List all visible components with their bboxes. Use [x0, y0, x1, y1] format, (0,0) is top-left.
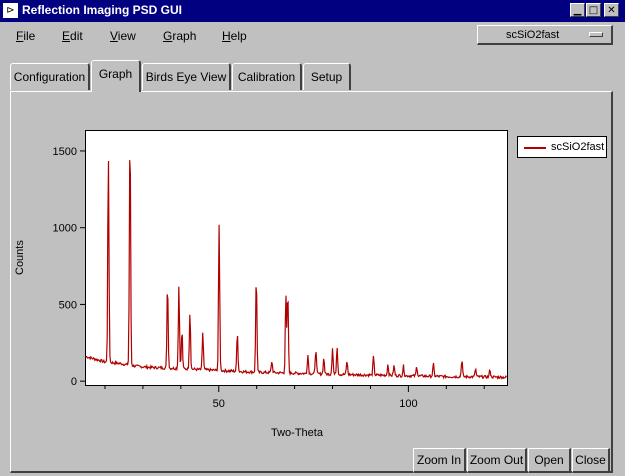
- dataset-dropdown[interactable]: scSiO2fast: [477, 25, 613, 45]
- menu-edit[interactable]: Edit: [62, 29, 83, 43]
- legend-label: scSiO2fast: [551, 141, 605, 153]
- menu-graph[interactable]: Graph: [163, 29, 196, 43]
- tab-birds-eye-view[interactable]: Birds Eye View: [142, 63, 231, 90]
- menu-help[interactable]: Help: [222, 29, 247, 43]
- tab-configuration[interactable]: Configuration: [10, 63, 90, 90]
- tab-calibration[interactable]: Calibration: [232, 63, 302, 90]
- close-button[interactable]: Close: [572, 448, 610, 473]
- window-title: Reflection Imaging PSD GUI: [22, 3, 183, 17]
- minimize-icon[interactable]: ▁: [570, 3, 585, 17]
- app-logo-icon[interactable]: ⊳: [3, 3, 18, 18]
- maximize-icon[interactable]: □: [586, 3, 601, 17]
- y-axis-label: Counts: [14, 240, 26, 275]
- open-button[interactable]: Open: [528, 448, 571, 473]
- zoom-in-button[interactable]: Zoom In: [413, 448, 466, 473]
- dataset-dropdown-value: scSiO2fast: [506, 29, 560, 41]
- x-axis-label: Two-Theta: [271, 427, 323, 439]
- plot-area[interactable]: [85, 130, 508, 386]
- title-bar: ⊳ Reflection Imaging PSD GUI ▁ □ ✕: [0, 0, 625, 22]
- legend-swatch: [524, 147, 546, 149]
- close-icon[interactable]: ✕: [604, 3, 619, 17]
- menu-view[interactable]: View: [110, 29, 136, 43]
- dropdown-indicator-icon: [589, 32, 603, 37]
- spectrum-chart: [86, 160, 508, 380]
- series-line-scSiO2fast: [86, 160, 508, 380]
- tab-setup[interactable]: Setup: [303, 63, 351, 90]
- zoom-out-button[interactable]: Zoom Out: [467, 448, 527, 473]
- chart-legend: scSiO2fast: [517, 136, 607, 158]
- menu-file[interactable]: File: [16, 29, 35, 43]
- tab-graph[interactable]: Graph: [91, 60, 141, 92]
